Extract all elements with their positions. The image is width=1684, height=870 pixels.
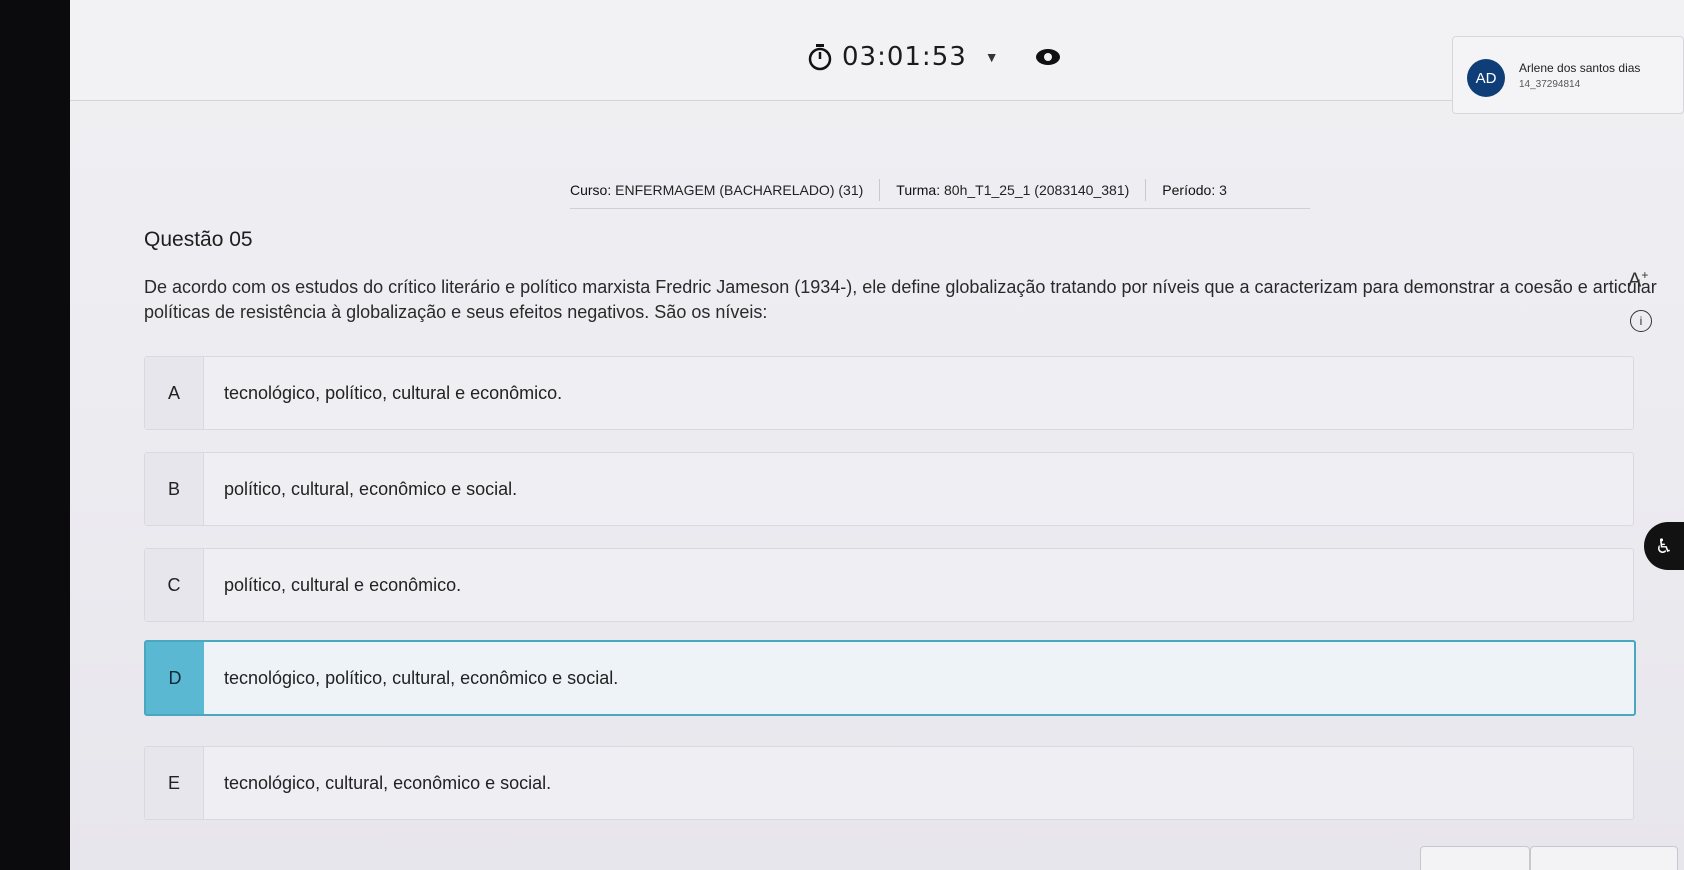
- option-e[interactable]: E tecnológico, cultural, econômico e soc…: [144, 746, 1634, 820]
- option-letter: B: [145, 453, 204, 525]
- user-profile[interactable]: AD Arlene dos santos dias 14_37294814: [1452, 36, 1684, 114]
- previous-button[interactable]: [1420, 846, 1530, 870]
- font-size-button[interactable]: A+: [1628, 268, 1648, 293]
- accessibility-icon[interactable]: ♿: [1644, 522, 1684, 570]
- option-text: tecnológico, político, cultural, econômi…: [224, 667, 619, 688]
- question-title: Questão 05: [144, 228, 253, 251]
- divider: [879, 179, 881, 201]
- divider: [1145, 179, 1147, 201]
- periodo-label: Período:: [1162, 182, 1216, 198]
- curso-label: Curso:: [570, 182, 612, 198]
- user-name: Arlene dos santos dias: [1519, 61, 1641, 75]
- course-info: Curso: ENFERMAGEM (BACHARELADO) (31) Tur…: [570, 172, 1310, 209]
- option-text: político, cultural e econômico.: [224, 574, 462, 595]
- option-letter: D: [146, 642, 204, 714]
- stopwatch-icon: [808, 43, 832, 71]
- next-button[interactable]: [1530, 846, 1678, 870]
- user-id: 14_37294814: [1519, 79, 1581, 90]
- turma-label: Turma:: [896, 182, 941, 198]
- timer-value: 03:01:53: [842, 42, 967, 72]
- option-letter: E: [145, 747, 204, 819]
- avatar: AD: [1467, 59, 1505, 97]
- info-icon[interactable]: i: [1630, 310, 1652, 332]
- top-bar: 03:01:53 ▼ AD Arlene dos santos dias 14_…: [70, 0, 1684, 114]
- option-letter: C: [145, 549, 204, 621]
- chevron-down-icon[interactable]: ▼: [985, 49, 999, 65]
- option-text: tecnológico, político, cultural e econôm…: [224, 382, 563, 403]
- option-c[interactable]: C político, cultural e econômico.: [144, 548, 1634, 622]
- option-d[interactable]: D tecnológico, político, cultural, econô…: [144, 640, 1636, 716]
- turma-value: 80h_T1_25_1 (2083140_381): [944, 182, 1130, 198]
- exam-screen: 03:01:53 ▼ AD Arlene dos santos dias 14_…: [70, 0, 1684, 870]
- option-letter: A: [145, 357, 204, 429]
- font-size-label: A: [1628, 269, 1642, 292]
- curso-value: ENFERMAGEM (BACHARELADO) (31): [615, 182, 864, 198]
- periodo-value: 3: [1219, 182, 1227, 198]
- option-text: tecnológico, cultural, econômico e socia…: [224, 772, 552, 793]
- eye-icon[interactable]: [1035, 48, 1061, 66]
- option-a[interactable]: A tecnológico, político, cultural e econ…: [144, 356, 1634, 430]
- option-b[interactable]: B político, cultural, econômico e social…: [144, 452, 1634, 526]
- option-text: político, cultural, econômico e social.: [224, 478, 518, 499]
- question-text: De acordo com os estudos do crítico lite…: [144, 277, 1657, 322]
- timer: 03:01:53 ▼: [808, 42, 1061, 72]
- font-size-plus: +: [1641, 268, 1649, 282]
